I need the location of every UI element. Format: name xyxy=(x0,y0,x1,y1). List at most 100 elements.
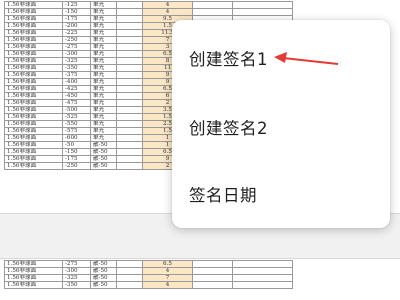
cell-power: -150 xyxy=(62,8,91,16)
cell-empty xyxy=(116,78,143,86)
cell-lens-type: 1.56非球面 xyxy=(4,155,63,163)
cell-lens-type: 1.56非球面 xyxy=(4,127,63,135)
cell-cylinder: 单光 xyxy=(90,1,117,9)
cell-lens-type: 1.56非球面 xyxy=(4,1,63,9)
cell-empty xyxy=(232,1,293,9)
cell-power: -475 xyxy=(62,99,91,107)
cell-power: -325 xyxy=(62,274,91,282)
cell-empty xyxy=(116,274,143,282)
cell-empty xyxy=(116,22,143,30)
cell-cylinder: 单光 xyxy=(90,57,117,65)
cell-power: -575 xyxy=(62,127,91,135)
cell-power: -250 xyxy=(62,162,91,170)
cell-empty xyxy=(192,281,233,289)
cell-lens-type: 1.56非球面 xyxy=(4,8,63,16)
cell-lens-type: 1.56非球面 xyxy=(4,148,63,156)
cell-power: -325 xyxy=(62,57,91,65)
menu-item-create-signature-2[interactable]: 创建签名2 xyxy=(172,107,390,147)
cell-lens-type: 1.56非球面 xyxy=(4,162,63,170)
cell-power: -400 xyxy=(62,78,91,86)
cell-empty xyxy=(232,260,293,268)
cell-empty xyxy=(116,29,143,37)
cell-cylinder: 单光 xyxy=(90,50,117,58)
cell-cylinder: 单光 xyxy=(90,29,117,37)
cell-power: -275 xyxy=(62,260,91,268)
menu-item-create-signature-1[interactable]: 创建签名1 xyxy=(172,38,390,78)
cell-lens-type: 1.56非球面 xyxy=(4,120,63,128)
table-row: 1.56非球面 -150 单光 4 xyxy=(4,8,293,16)
cell-lens-type: 1.56非球面 xyxy=(4,260,63,268)
cell-empty xyxy=(116,134,143,142)
cell-cylinder: 单光 xyxy=(90,134,117,142)
cell-empty xyxy=(116,64,143,72)
cell-lens-type: 1.56非球面 xyxy=(4,36,63,44)
cell-power: -300 xyxy=(62,50,91,58)
cell-empty xyxy=(232,8,293,16)
cell-empty xyxy=(192,8,233,16)
cell-power: -350 xyxy=(62,281,91,289)
cell-power: -375 xyxy=(62,71,91,79)
cell-power: -175 xyxy=(62,155,91,163)
cell-lens-type: 1.56非球面 xyxy=(4,64,63,72)
cell-cylinder: 单光 xyxy=(90,99,117,107)
cell-power: -550 xyxy=(62,120,91,128)
cell-cylinder: 散-50 xyxy=(90,274,117,282)
cell-power: -300 xyxy=(62,267,91,275)
cell-cylinder: 单光 xyxy=(90,15,117,23)
cell-quantity: 7 xyxy=(142,274,193,282)
page-top-edge xyxy=(0,258,400,259)
cell-cylinder: 单光 xyxy=(90,43,117,51)
cell-cylinder: 单光 xyxy=(90,36,117,44)
cell-power: -150 xyxy=(62,148,91,156)
cell-cylinder: 散-50 xyxy=(90,281,117,289)
cell-power: -125 xyxy=(62,1,91,9)
cell-power: -175 xyxy=(62,15,91,23)
cell-lens-type: 1.56非球面 xyxy=(4,78,63,86)
cell-cylinder: 散-50 xyxy=(90,267,117,275)
cell-power: -50 xyxy=(62,141,91,149)
cell-empty xyxy=(192,1,233,9)
table-row: 1.56非球面 -325 散-50 7 xyxy=(4,274,293,282)
cell-power: -200 xyxy=(62,22,91,30)
cell-cylinder: 散-50 xyxy=(90,162,117,170)
cell-lens-type: 1.56非球面 xyxy=(4,106,63,114)
cell-empty xyxy=(116,127,143,135)
cell-lens-type: 1.56非球面 xyxy=(4,99,63,107)
cell-empty xyxy=(232,281,293,289)
cell-cylinder: 单光 xyxy=(90,127,117,135)
spec-table-lower: 1.56非球面 -275 散-50 6.5 1.56非球面 -300 散-50 4 1.56非球… xyxy=(4,260,293,289)
table-row: 1.56非球面 -300 散-50 4 xyxy=(4,267,293,275)
table-row: 1.56非球面 -350 散-50 4 xyxy=(4,281,293,289)
cell-cylinder: 单光 xyxy=(90,71,117,79)
cell-cylinder: 单光 xyxy=(90,64,117,72)
cell-cylinder: 单光 xyxy=(90,78,117,86)
cell-power: -525 xyxy=(62,113,91,121)
cell-empty xyxy=(116,85,143,93)
cell-empty xyxy=(232,267,293,275)
cell-lens-type: 1.56非球面 xyxy=(4,92,63,100)
cell-empty xyxy=(116,57,143,65)
cell-empty xyxy=(116,141,143,149)
cell-power: -250 xyxy=(62,36,91,44)
cell-empty xyxy=(116,162,143,170)
cell-cylinder: 散-50 xyxy=(90,148,117,156)
cell-cylinder: 单光 xyxy=(90,120,117,128)
cell-lens-type: 1.56非球面 xyxy=(4,29,63,37)
cell-cylinder: 散-50 xyxy=(90,260,117,268)
table-row: 1.56非球面 -275 散-50 6.5 xyxy=(4,260,293,268)
cell-empty xyxy=(116,99,143,107)
context-menu: 创建签名1 创建签名2 签名日期 xyxy=(172,20,390,228)
cell-quantity: 4 xyxy=(142,281,193,289)
cell-lens-type: 1.56非球面 xyxy=(4,15,63,23)
cell-quantity: 4 xyxy=(142,1,193,9)
cell-empty xyxy=(232,274,293,282)
cell-lens-type: 1.56非球面 xyxy=(4,57,63,65)
cell-cylinder: 单光 xyxy=(90,113,117,121)
cell-empty xyxy=(116,148,143,156)
cell-empty xyxy=(116,281,143,289)
cell-cylinder: 单光 xyxy=(90,8,117,16)
cell-power: -225 xyxy=(62,29,91,37)
cell-quantity: 4 xyxy=(142,8,193,16)
menu-item-signature-date[interactable]: 签名日期 xyxy=(172,174,390,214)
cell-empty xyxy=(116,267,143,275)
